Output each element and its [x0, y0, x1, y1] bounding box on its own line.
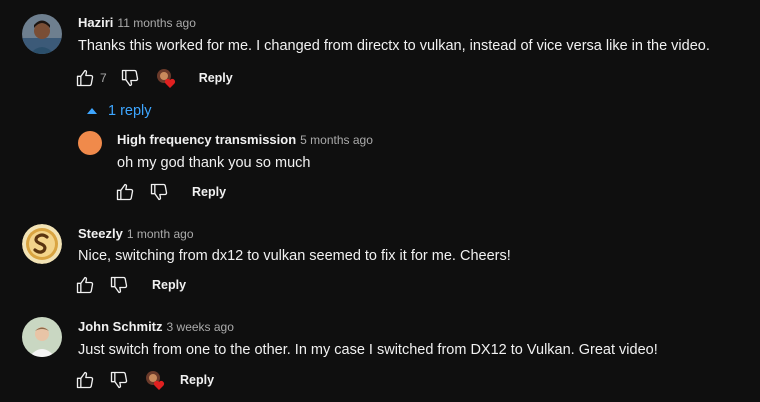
- like-icon[interactable]: [74, 274, 96, 296]
- like-icon[interactable]: [74, 67, 96, 89]
- creator-heart-icon: [155, 67, 177, 89]
- chevron-up-icon: [87, 108, 97, 114]
- reply-button[interactable]: Reply: [180, 373, 214, 387]
- timestamp[interactable]: 5 months ago: [300, 133, 373, 147]
- timestamp[interactable]: 11 months ago: [117, 16, 196, 30]
- replies-count-label: 1 reply: [108, 103, 152, 119]
- avatar[interactable]: [22, 317, 62, 357]
- comment-actions: Reply: [114, 178, 226, 206]
- dislike-icon[interactable]: [108, 369, 130, 391]
- reply-button[interactable]: Reply: [152, 278, 186, 292]
- avatar[interactable]: [22, 224, 62, 264]
- dislike-icon[interactable]: [148, 181, 170, 203]
- author-name[interactable]: Steezly: [78, 226, 123, 241]
- dislike-icon[interactable]: [119, 67, 141, 89]
- timestamp[interactable]: 3 weeks ago: [167, 320, 234, 334]
- dislike-icon[interactable]: [108, 274, 130, 296]
- avatar[interactable]: [78, 131, 102, 155]
- reply-button[interactable]: Reply: [199, 71, 233, 85]
- author-name[interactable]: High frequency transmission: [117, 132, 296, 147]
- reply-button[interactable]: Reply: [192, 185, 226, 199]
- avatar[interactable]: [22, 14, 62, 54]
- comment-actions: 7 Reply: [74, 64, 233, 92]
- author-name[interactable]: John Schmitz: [78, 319, 163, 334]
- comment-text: Just switch from one to the other. In my…: [78, 342, 658, 358]
- like-icon[interactable]: [74, 369, 96, 391]
- comment-header: John Schmitz 3 weeks ago: [78, 319, 234, 334]
- comment-text: oh my god thank you so much: [117, 155, 311, 171]
- like-count: 7: [100, 71, 107, 85]
- comment-header: High frequency transmission 5 months ago: [117, 132, 373, 147]
- comment-text: Thanks this worked for me. I changed fro…: [78, 38, 710, 54]
- comment-header: Haziri 11 months ago: [78, 15, 196, 30]
- comment-actions: Reply: [74, 271, 186, 299]
- replies-toggle[interactable]: 1 reply: [84, 103, 152, 119]
- comment-header: Steezly 1 month ago: [78, 226, 194, 241]
- creator-heart-icon: [144, 369, 166, 391]
- author-name[interactable]: Haziri: [78, 15, 113, 30]
- like-icon[interactable]: [114, 181, 136, 203]
- comment-actions: Reply: [74, 366, 214, 394]
- comment-text: Nice, switching from dx12 to vulkan seem…: [78, 248, 511, 264]
- timestamp[interactable]: 1 month ago: [127, 227, 194, 241]
